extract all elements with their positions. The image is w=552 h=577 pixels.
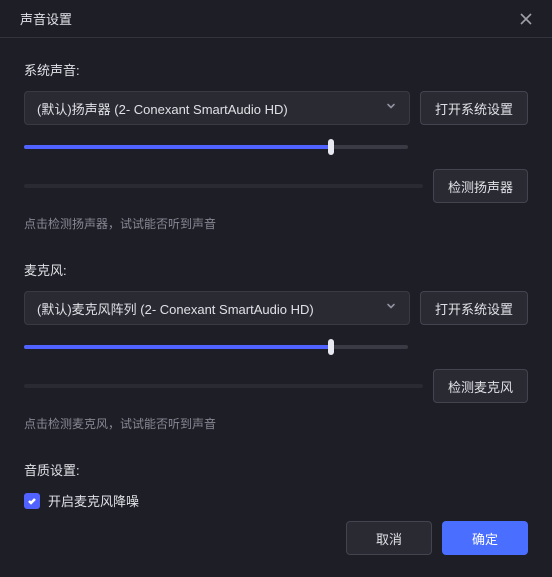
speaker-volume-slider[interactable] [24,139,408,155]
noise-reduction-row[interactable]: 开启麦克风降噪 [24,491,528,510]
microphone-level-meter [24,384,423,388]
speaker-level-meter [24,184,423,188]
close-icon [519,12,533,26]
check-icon [27,496,37,506]
dialog-title: 声音设置 [20,9,72,28]
close-button[interactable] [516,9,536,29]
noise-reduction-label: 开启麦克风降噪 [48,491,139,510]
test-speaker-button[interactable]: 检测扬声器 [433,169,528,203]
chevron-down-icon [385,99,397,117]
open-system-settings-mic-button[interactable]: 打开系统设置 [420,291,528,325]
test-microphone-button[interactable]: 检测麦克风 [433,369,528,403]
speaker-section-label: 系统声音: [24,60,528,79]
open-system-settings-speaker-button[interactable]: 打开系统设置 [420,91,528,125]
slider-thumb[interactable] [328,139,334,155]
slider-fill [24,145,331,149]
speaker-device-select[interactable]: (默认)扬声器 (2- Conexant SmartAudio HD) [24,91,410,125]
microphone-hint-text: 点击检测麦克风，试试能否听到声音 [24,415,528,432]
quality-section-label: 音质设置: [24,460,528,479]
cancel-button[interactable]: 取消 [346,521,432,555]
microphone-device-select[interactable]: (默认)麦克风阵列 (2- Conexant SmartAudio HD) [24,291,410,325]
dialog-footer: 取消 确定 [346,521,528,555]
slider-thumb[interactable] [328,339,334,355]
dialog-content: 系统声音: (默认)扬声器 (2- Conexant SmartAudio HD… [0,38,552,510]
microphone-device-value: (默认)麦克风阵列 (2- Conexant SmartAudio HD) [37,299,314,318]
microphone-volume-slider[interactable] [24,339,408,355]
chevron-down-icon [385,299,397,317]
speaker-device-value: (默认)扬声器 (2- Conexant SmartAudio HD) [37,99,288,118]
confirm-button[interactable]: 确定 [442,521,528,555]
microphone-section-label: 麦克风: [24,260,528,279]
titlebar: 声音设置 [0,0,552,38]
slider-fill [24,345,331,349]
speaker-hint-text: 点击检测扬声器，试试能否听到声音 [24,215,528,232]
noise-reduction-checkbox[interactable] [24,493,40,509]
